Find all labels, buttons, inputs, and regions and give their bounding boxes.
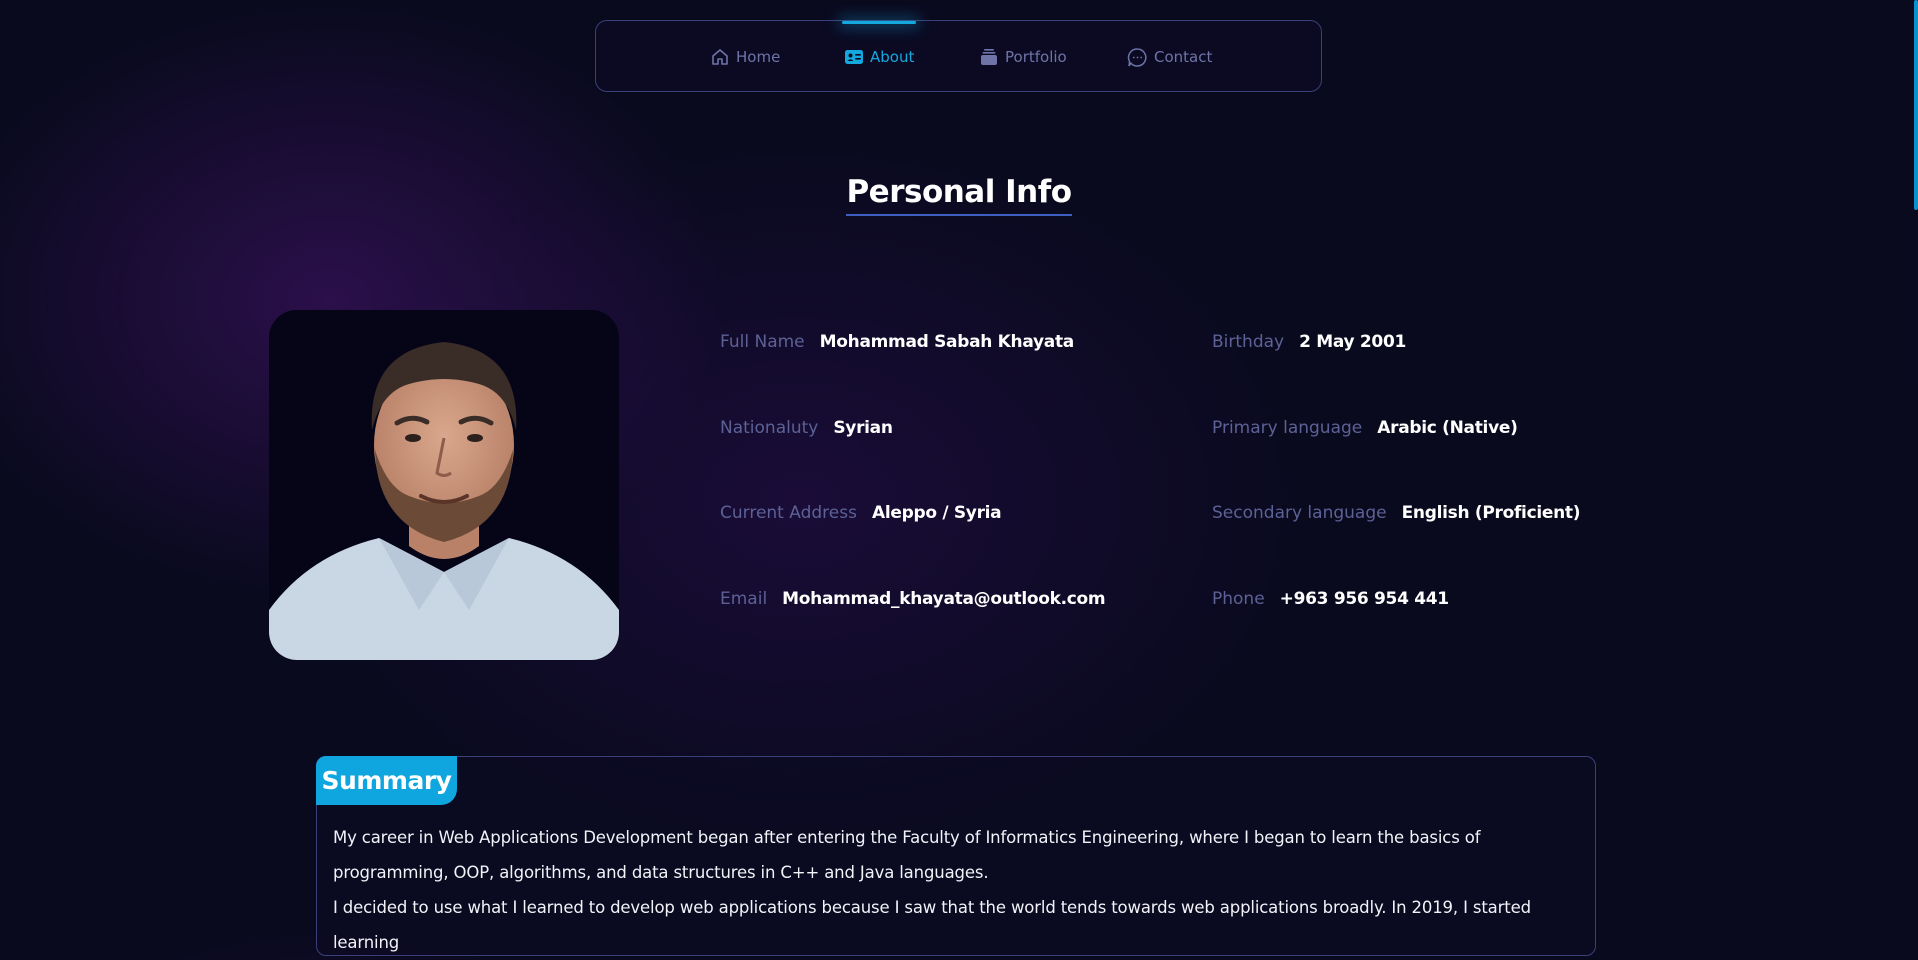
page-scrollbar[interactable] xyxy=(1914,0,1918,210)
summary-paragraph: My career in Web Applications Developmen… xyxy=(333,828,1481,882)
info-value: 2 May 2001 xyxy=(1299,332,1407,352)
info-secondary-language: Secondary language English (Proficient) xyxy=(1212,503,1581,523)
info-value: Syrian xyxy=(833,418,893,438)
info-birthday: Birthday 2 May 2001 xyxy=(1212,332,1406,352)
info-value: Mohammad Sabah Khayata xyxy=(819,332,1075,352)
nav-home[interactable]: Home xyxy=(710,21,780,93)
nav-contact[interactable]: Contact xyxy=(1127,21,1212,93)
info-value: Aleppo / Syria xyxy=(871,503,1002,523)
id-card-icon xyxy=(844,48,864,66)
info-label: Nationaluty xyxy=(720,418,819,438)
nav-about[interactable]: About xyxy=(841,21,917,93)
info-label: Primary language xyxy=(1212,418,1363,438)
info-label: Email xyxy=(720,589,768,609)
info-phone: Phone +963 956 954 441 xyxy=(1212,589,1449,609)
info-value: +963 956 954 441 xyxy=(1279,589,1449,609)
nav-about-label: About xyxy=(870,48,915,66)
profile-photo xyxy=(269,310,619,660)
info-label: Current Address xyxy=(720,503,857,523)
main-navigation: Home About Portfolio Contact xyxy=(595,20,1322,92)
info-value: English (Proficient) xyxy=(1401,503,1581,523)
summary-paragraph: I decided to use what I learned to devel… xyxy=(333,898,1531,952)
nav-contact-label: Contact xyxy=(1154,48,1213,66)
info-label: Full Name xyxy=(720,332,805,352)
info-primary-language: Primary language Arabic (Native) xyxy=(1212,418,1518,438)
nav-portfolio-label: Portfolio xyxy=(1005,48,1067,66)
home-icon xyxy=(710,47,730,67)
nav-portfolio[interactable]: Portfolio xyxy=(979,21,1067,93)
page-title-wrapper: Personal Info xyxy=(0,172,1918,216)
info-nationality: Nationaluty Syrian xyxy=(720,418,893,438)
chat-bubble-icon xyxy=(1127,47,1148,68)
info-email: Email Mohammad_khayata@outlook.com xyxy=(720,589,1106,609)
info-value: Mohammad_khayata@outlook.com xyxy=(782,589,1106,609)
nav-home-label: Home xyxy=(736,48,781,66)
info-label: Phone xyxy=(1212,589,1265,609)
portfolio-icon xyxy=(979,47,999,67)
summary-title: Summary xyxy=(316,756,457,805)
page-title: Personal Info xyxy=(846,172,1072,216)
info-label: Secondary language xyxy=(1212,503,1387,523)
info-label: Birthday xyxy=(1212,332,1285,352)
summary-text: My career in Web Applications Developmen… xyxy=(333,820,1581,960)
info-current-address: Current Address Aleppo / Syria xyxy=(720,503,1002,523)
info-full-name: Full Name Mohammad Sabah Khayata xyxy=(720,332,1074,352)
summary-card: Summary My career in Web Applications De… xyxy=(316,756,1596,956)
info-value: Arabic (Native) xyxy=(1377,418,1518,438)
